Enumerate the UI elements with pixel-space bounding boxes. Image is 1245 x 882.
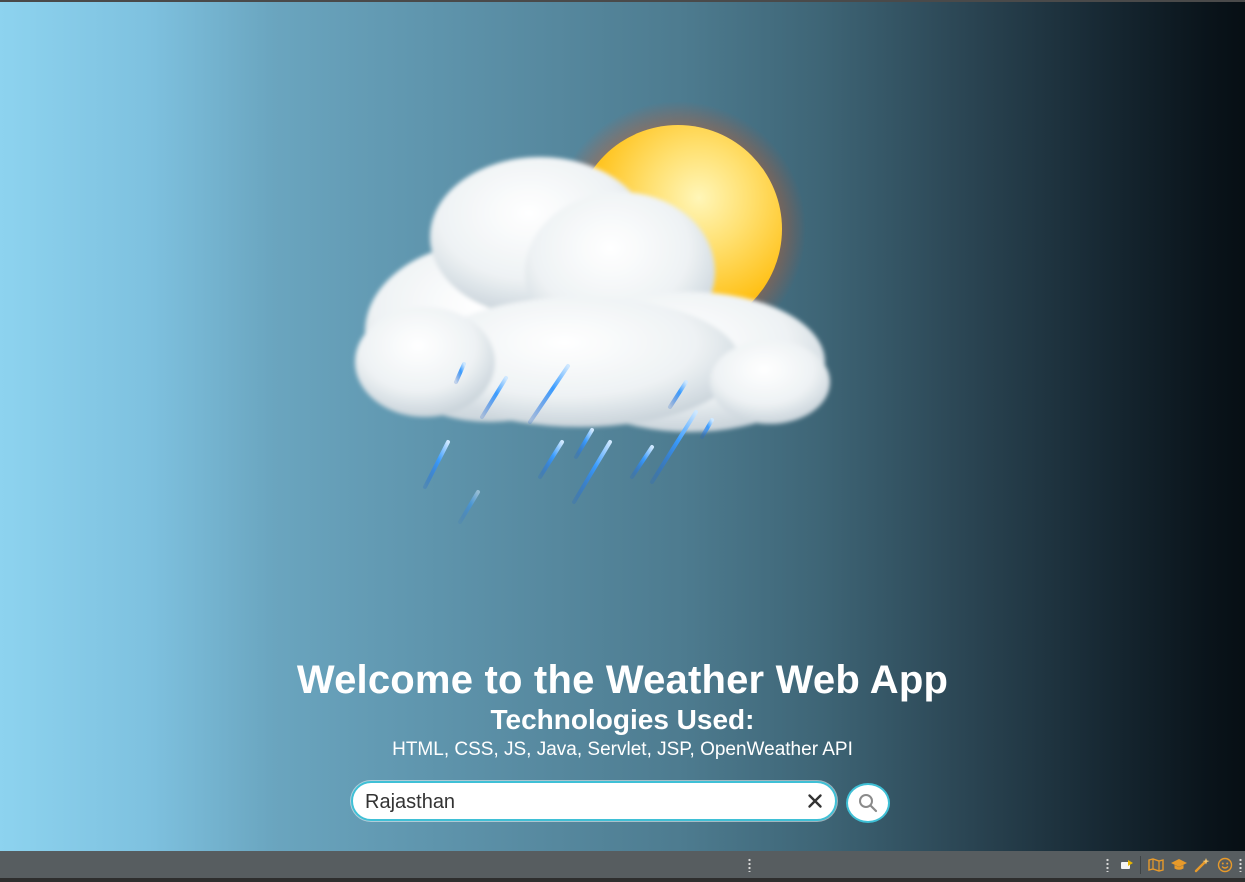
page-title: Welcome to the Weather Web App [296,658,949,702]
clear-search-button[interactable] [801,787,829,815]
status-separator [1140,856,1141,874]
city-search-input[interactable] [363,786,787,818]
weather-illustration-icon [355,101,830,524]
technologies-list: HTML, CSS, JS, Java, Servlet, JSP, OpenW… [392,739,853,760]
window-bottom-border [0,878,1245,882]
ide-status-bar [0,851,1245,878]
page-viewport: Welcome to the Weather Web App Technolog… [0,2,1245,851]
server-status-icon[interactable] [1119,857,1135,873]
drag-handle-icon[interactable] [1239,858,1242,872]
city-search-box [351,781,837,821]
technologies-heading: Technologies Used: [490,704,755,735]
close-icon [808,794,822,808]
smiley-icon[interactable] [1217,857,1233,873]
wand-icon[interactable] [1194,857,1210,873]
drag-handle-icon[interactable] [1106,858,1109,872]
search-icon [859,794,878,813]
map-icon[interactable] [1148,857,1164,873]
graduation-cap-icon[interactable] [1171,857,1187,873]
search-button[interactable] [846,783,890,823]
drag-handle-icon[interactable] [748,858,751,872]
